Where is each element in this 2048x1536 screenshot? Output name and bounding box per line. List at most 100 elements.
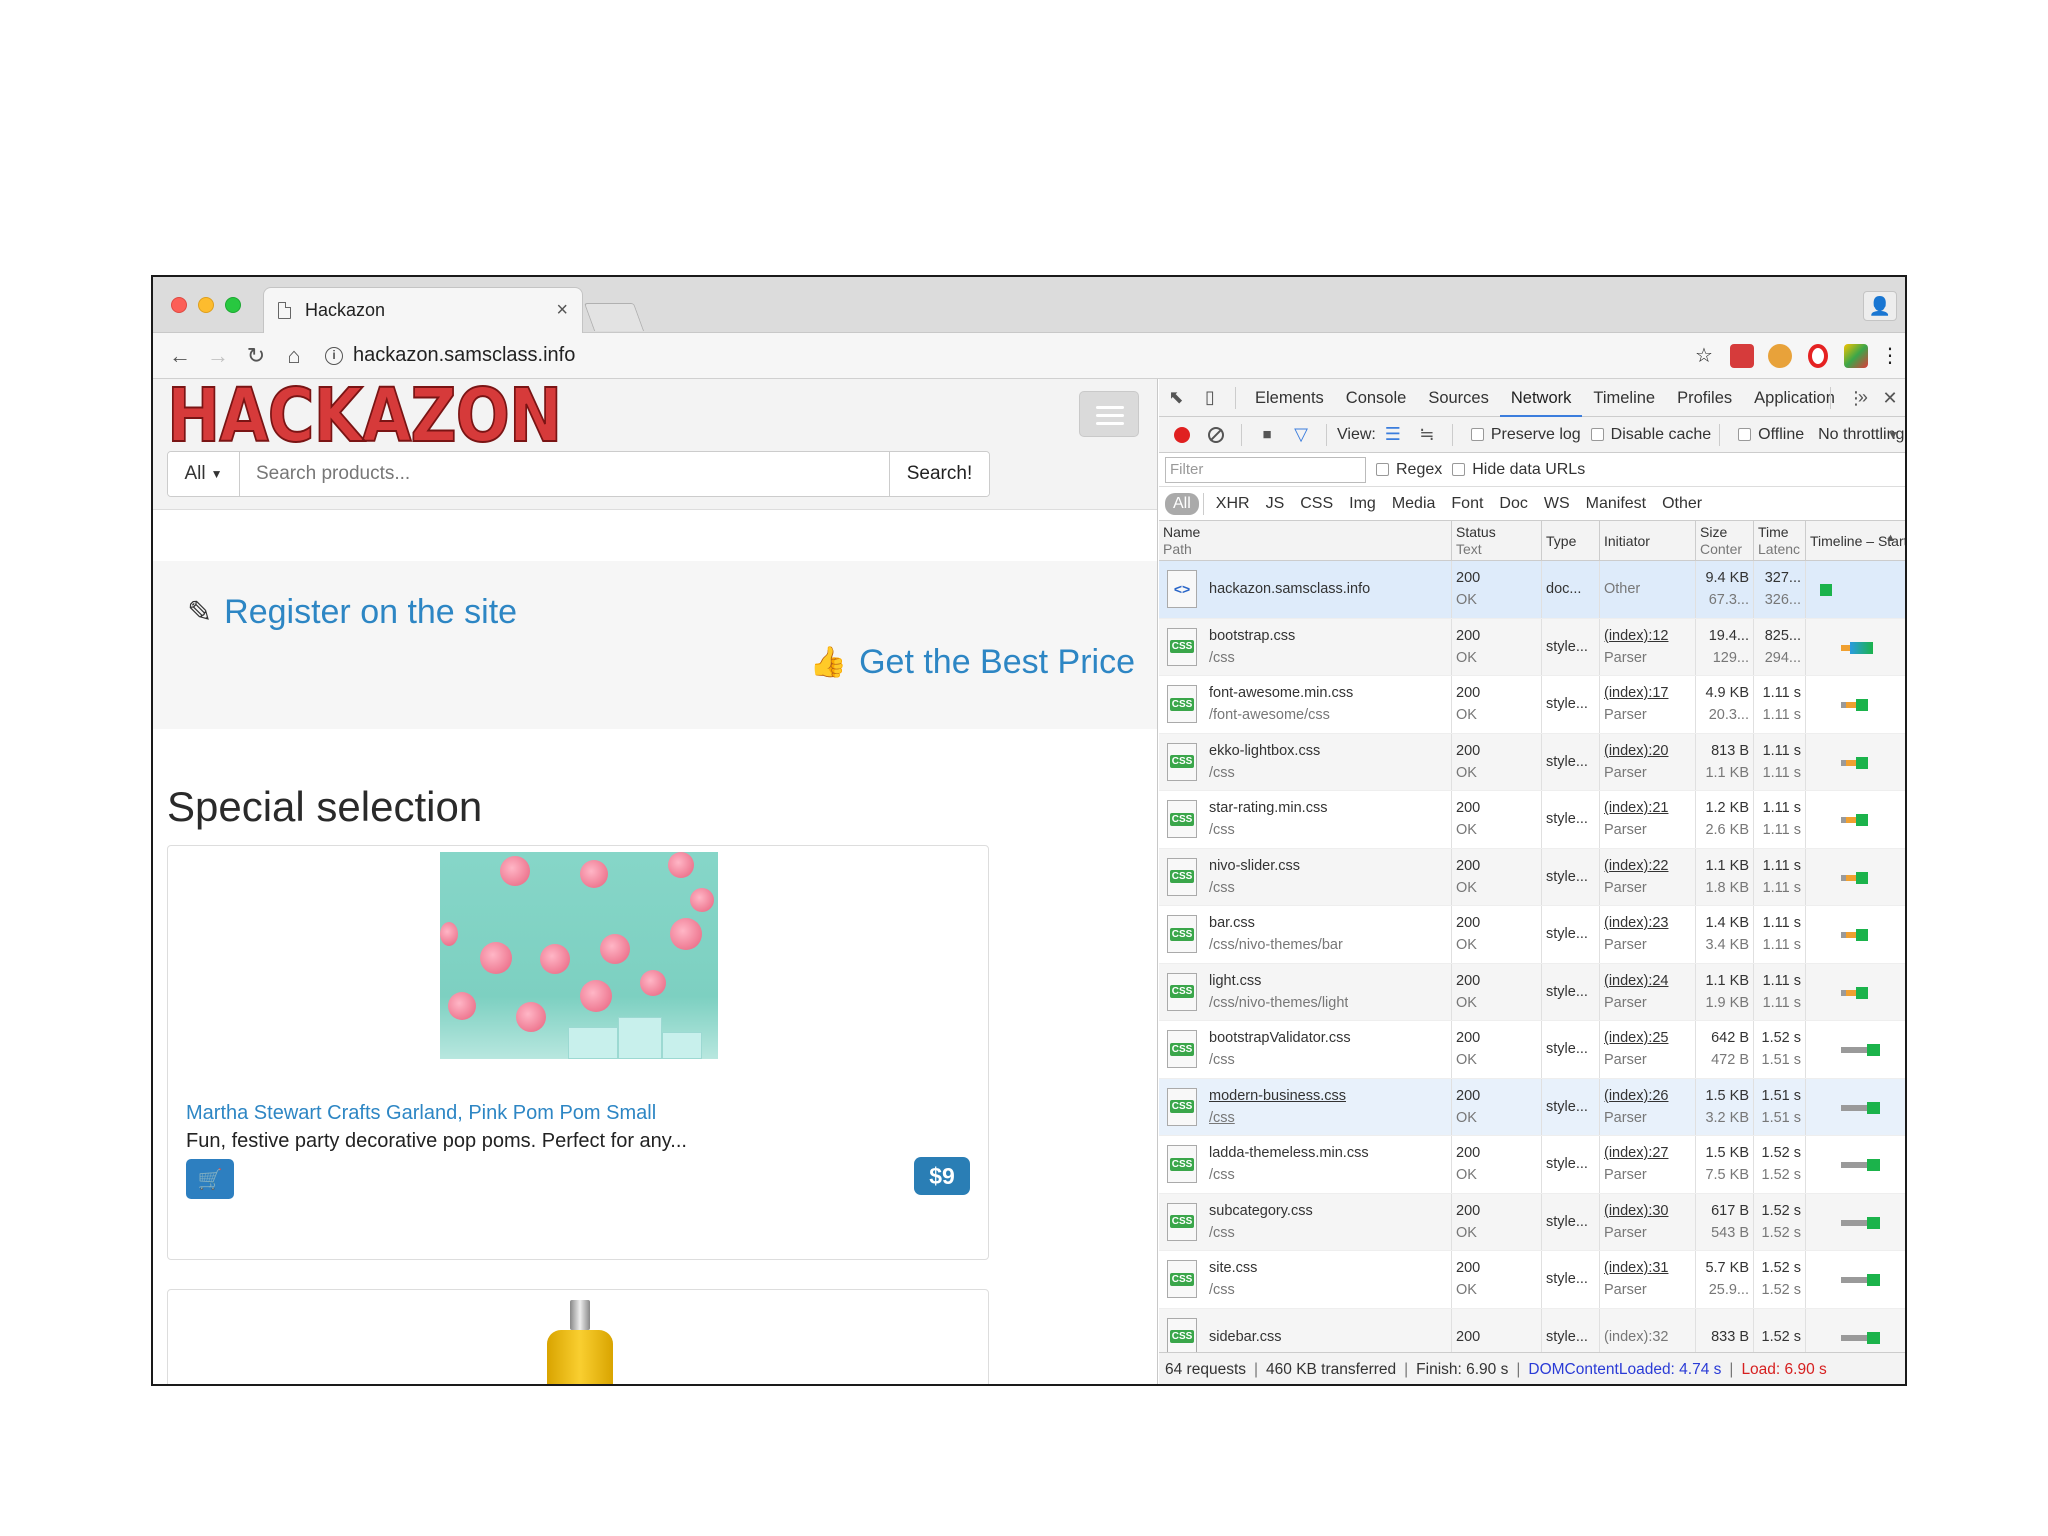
- table-row[interactable]: CSS ekko-lightbox.css/css 200 OK style... (in…: [1159, 733, 1905, 791]
- devtools-close-icon[interactable]: ✕: [1873, 388, 1905, 409]
- waterfall-bar[interactable]: [1840, 929, 1869, 941]
- column-name[interactable]: Name Path: [1159, 521, 1452, 560]
- waterfall-bar[interactable]: [1840, 699, 1869, 711]
- table-row[interactable]: CSS nivo-slider.css/css 200 OK style... (inde…: [1159, 848, 1905, 906]
- request-name-cell[interactable]: CSS ladda-themeless.min.css/css: [1159, 1136, 1452, 1193]
- extension-opera-icon[interactable]: [1799, 343, 1837, 368]
- waterfall-bar[interactable]: [1840, 1159, 1880, 1171]
- regex-checkbox[interactable]: [1376, 463, 1389, 476]
- search-category-dropdown[interactable]: All ▼: [168, 452, 240, 496]
- back-button[interactable]: ←: [161, 343, 199, 369]
- type-js[interactable]: JS: [1258, 495, 1293, 513]
- product-image[interactable]: [545, 1300, 615, 1384]
- tab-elements[interactable]: Elements: [1244, 379, 1335, 417]
- disable-cache-checkbox[interactable]: [1590, 428, 1604, 441]
- initiator-link[interactable]: (index):24: [1604, 970, 1695, 992]
- product-image[interactable]: [440, 852, 718, 1059]
- filter-icon[interactable]: ▽: [1284, 424, 1318, 445]
- info-icon[interactable]: i: [325, 346, 343, 365]
- search-button[interactable]: Search!: [889, 452, 989, 496]
- best-price-link[interactable]: 👍 Get the Best Price: [810, 643, 1135, 682]
- table-row[interactable]: CSS ladda-themeless.min.css/css 200 OK style…: [1159, 1136, 1905, 1194]
- profile-button[interactable]: 👤: [1863, 291, 1897, 321]
- filter-input[interactable]: Filter: [1165, 456, 1366, 483]
- browser-tab[interactable]: Hackazon ×: [263, 287, 583, 333]
- forward-button[interactable]: →: [199, 343, 237, 369]
- capture-screenshots-icon[interactable]: ■: [1250, 426, 1284, 443]
- search-input[interactable]: [240, 452, 889, 496]
- initiator-link[interactable]: (index):20: [1604, 740, 1695, 762]
- clear-icon[interactable]: [1208, 426, 1224, 443]
- type-other[interactable]: Other: [1654, 495, 1710, 513]
- type-font[interactable]: Font: [1443, 495, 1491, 513]
- add-to-cart-button[interactable]: 🛒: [186, 1159, 234, 1199]
- waterfall-bar[interactable]: [1840, 986, 1869, 999]
- initiator-link[interactable]: (index):12: [1604, 625, 1695, 647]
- initiator-link[interactable]: (index):30: [1604, 1200, 1695, 1222]
- table-row[interactable]: CSS bar.css/css/nivo-themes/bar 200 OK style…: [1159, 906, 1905, 964]
- waterfall-bar[interactable]: [1840, 871, 1869, 884]
- type-xhr[interactable]: XHR: [1208, 495, 1258, 513]
- new-tab-button[interactable]: [583, 303, 645, 331]
- waterfall-bar[interactable]: [1819, 584, 1833, 596]
- home-button[interactable]: ⌂: [275, 343, 313, 369]
- column-size[interactable]: Size Conter: [1696, 521, 1754, 560]
- initiator-link[interactable]: (index):23: [1604, 912, 1695, 934]
- offline-checkbox[interactable]: [1738, 428, 1752, 441]
- table-row[interactable]: CSS font-awesome.min.css/font-awesome/css…: [1159, 676, 1905, 734]
- tab-network[interactable]: Network: [1499, 379, 1583, 417]
- tab-sources[interactable]: Sources: [1417, 379, 1500, 417]
- initiator-link[interactable]: (index):21: [1604, 797, 1695, 819]
- request-name-cell[interactable]: <> hackazon.samsclass.info: [1159, 561, 1452, 618]
- type-doc[interactable]: Doc: [1491, 495, 1535, 513]
- browser-menu-icon[interactable]: ⋮: [1875, 343, 1905, 368]
- request-name-cell[interactable]: CSS bar.css/css/nivo-themes/bar: [1159, 906, 1452, 963]
- column-initiator[interactable]: Initiator: [1600, 521, 1696, 560]
- table-row[interactable]: CSS modern-business.css/css 200 OK style...(…: [1159, 1078, 1905, 1136]
- request-name-cell[interactable]: CSS bootstrap.css/css: [1159, 618, 1452, 675]
- waterfall-bar[interactable]: [1840, 1044, 1880, 1056]
- column-status[interactable]: Status Text: [1452, 521, 1542, 560]
- tab-profiles[interactable]: Profiles: [1666, 379, 1743, 417]
- bookmark-star-icon[interactable]: ☆: [1685, 343, 1723, 368]
- tab-console[interactable]: Console: [1335, 379, 1418, 417]
- type-img[interactable]: Img: [1341, 495, 1384, 513]
- initiator-link[interactable]: (index):26: [1604, 1085, 1695, 1107]
- close-window-button[interactable]: [171, 297, 187, 313]
- waterfall-bar[interactable]: [1840, 756, 1869, 769]
- request-name-cell[interactable]: CSS font-awesome.min.css/font-awesome/css: [1159, 676, 1452, 733]
- type-all[interactable]: All: [1165, 492, 1199, 515]
- inspect-element-icon[interactable]: ⬉: [1159, 387, 1193, 408]
- extension-calendar-icon[interactable]: [1723, 343, 1761, 368]
- type-css[interactable]: CSS: [1292, 495, 1341, 513]
- request-name-cell[interactable]: CSS site.css/css: [1159, 1251, 1452, 1308]
- register-link[interactable]: ✎ Register on the site: [187, 593, 517, 632]
- tab-timeline[interactable]: Timeline: [1582, 379, 1666, 417]
- column-type[interactable]: Type: [1542, 521, 1600, 560]
- menu-toggle-button[interactable]: [1079, 391, 1139, 437]
- request-name-cell[interactable]: CSS nivo-slider.css/css: [1159, 848, 1452, 905]
- initiator-link[interactable]: (index):22: [1604, 855, 1695, 877]
- site-logo[interactable]: HACKAZON: [166, 379, 563, 456]
- large-rows-icon[interactable]: ☰: [1376, 424, 1410, 445]
- type-manifest[interactable]: Manifest: [1578, 495, 1654, 513]
- waterfall-bar[interactable]: [1840, 1216, 1880, 1229]
- request-name-cell[interactable]: CSS ekko-lightbox.css/css: [1159, 733, 1452, 790]
- column-timeline[interactable]: Timeline – Start Time ▲: [1806, 521, 1905, 560]
- initiator-link[interactable]: (index):17: [1604, 682, 1695, 704]
- minimize-window-button[interactable]: [198, 297, 214, 313]
- table-row[interactable]: <> hackazon.samsclass.info 200 OK doc... Othe…: [1159, 561, 1905, 619]
- url-text[interactable]: hackazon.samsclass.info: [353, 344, 575, 367]
- dropdown-arrow-icon[interactable]: ▼: [1887, 428, 1899, 442]
- request-name-cell[interactable]: CSS bootstrapValidator.css/css: [1159, 1021, 1452, 1078]
- request-name-cell[interactable]: CSS light.css/css/nivo-themes/light: [1159, 963, 1452, 1020]
- device-toolbar-icon[interactable]: ▯: [1193, 387, 1227, 408]
- initiator-link[interactable]: (index):27: [1604, 1142, 1695, 1164]
- waterfall-bar[interactable]: [1840, 1274, 1880, 1286]
- table-row[interactable]: CSS bootstrap.css/css 200 OK style... (index)…: [1159, 618, 1905, 676]
- devtools-menu-icon[interactable]: ⋮: [1839, 388, 1873, 409]
- table-row[interactable]: CSS light.css/css/nivo-themes/light 200 OK s…: [1159, 963, 1905, 1021]
- waterfall-bar[interactable]: [1840, 1331, 1880, 1344]
- table-row[interactable]: CSS subcategory.css/css 200 OK style... (inde…: [1159, 1193, 1905, 1251]
- tab-close-button[interactable]: ×: [556, 299, 568, 322]
